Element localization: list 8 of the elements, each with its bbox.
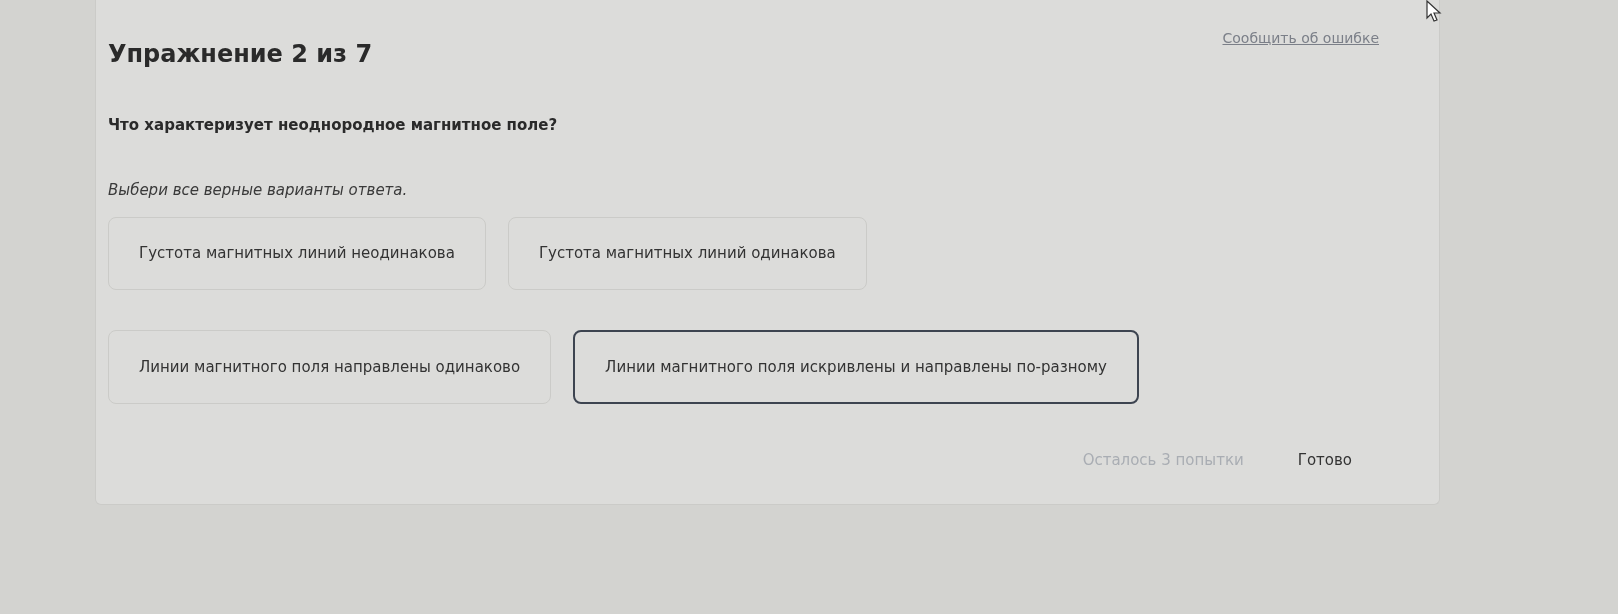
answer-option[interactable]: Линии магнитного поля искривлены и направлены по-разному — [573, 329, 1139, 404]
instruction-text: Выбери все верные варианты ответа. — [108, 179, 409, 201]
question-text: Что характеризует неоднородное магнитное поле? — [108, 115, 559, 136]
answer-option[interactable]: Линии магнитного поля направлены одинаково — [108, 329, 552, 404]
exercise-title: Упражнение 2 из 7 — [108, 39, 373, 70]
answer-option[interactable]: Густота магнитных линий неодинакова — [108, 217, 486, 290]
done-button[interactable]: Готово — [1291, 448, 1358, 473]
answer-option[interactable]: Густота магнитных линий одинакова — [507, 217, 867, 290]
